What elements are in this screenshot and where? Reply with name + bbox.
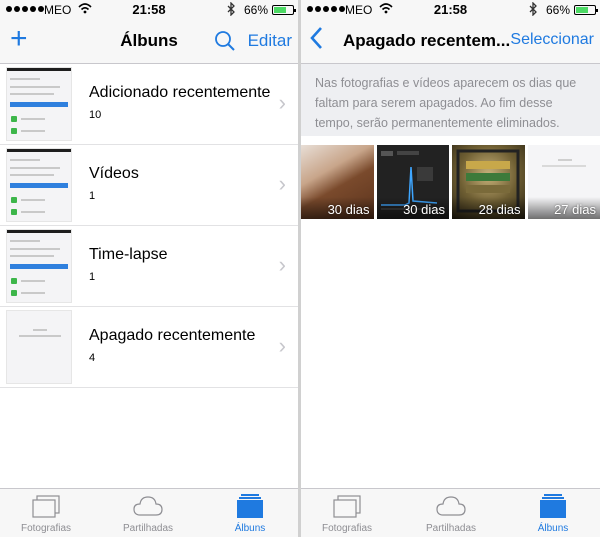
battery-icon [272, 5, 296, 15]
bluetooth-icon [529, 1, 538, 19]
info-message: Nas fotografias e vídeos aparecem os dia… [301, 64, 600, 136]
battery-percent: 66% [545, 3, 570, 17]
battery-icon [574, 5, 598, 15]
album-count: 1 [89, 190, 96, 202]
album-row-recently-added[interactable]: Adicionado recentemente 10 › [0, 64, 298, 145]
days-remaining: 30 dias [403, 202, 445, 217]
album-thumbnail [6, 67, 72, 141]
photo-thumbnail[interactable]: 28 dias [452, 145, 525, 219]
tab-label: Partilhadas [122, 523, 174, 534]
albums-screen: MEO 21:58 66% + Álbuns Editar Adicionado… [0, 0, 298, 537]
album-row-recently-deleted[interactable]: Apagado recentemente 4 › [0, 307, 298, 388]
tab-label: Álbuns [234, 523, 266, 534]
battery-percent: 66% [243, 3, 268, 17]
album-thumbnail [6, 148, 72, 222]
edit-button[interactable]: Editar [248, 31, 292, 51]
cloud-icon [133, 496, 163, 516]
photos-icon [32, 495, 60, 518]
days-remaining: 30 dias [327, 202, 370, 217]
album-row-time-lapse[interactable]: Time-lapse 1 › [0, 226, 298, 307]
days-remaining: 28 dias [478, 202, 521, 217]
status-bar: MEO 21:58 66% [301, 0, 600, 20]
albums-icon [237, 494, 263, 518]
search-icon[interactable] [214, 30, 236, 52]
navigation-bar: + Álbuns Editar [0, 20, 298, 64]
album-name: Time-lapse [89, 246, 168, 263]
chevron-left-icon[interactable] [309, 26, 323, 54]
photo-thumbnail[interactable]: 30 dias [301, 145, 374, 219]
album-name: Vídeos [89, 165, 139, 182]
navigation-bar: Apagado recentem... Seleccionar [301, 20, 600, 64]
photo-thumbnail[interactable]: 27 dias [527, 145, 600, 219]
select-button[interactable]: Seleccionar [510, 31, 594, 49]
album-count: 1 [89, 271, 96, 283]
tab-photos[interactable]: Fotografias [307, 493, 387, 534]
photo-grid: 30 dias 30 dias 28 dias 27 dias [301, 145, 600, 219]
album-count: 4 [89, 352, 96, 364]
tab-label: Álbuns [537, 523, 569, 534]
chevron-right-icon: › [278, 171, 286, 196]
cloud-icon [436, 496, 466, 516]
tab-label: Partilhadas [425, 523, 477, 534]
tab-photos[interactable]: Fotografias [6, 493, 86, 534]
album-list: Adicionado recentemente 10 › Vídeos 1 › [0, 64, 298, 388]
tab-albums[interactable]: Álbuns [210, 493, 290, 534]
bluetooth-icon [227, 1, 236, 19]
album-name: Apagado recentemente [89, 327, 256, 344]
chevron-right-icon: › [278, 333, 286, 358]
tab-label: Fotografias [321, 523, 373, 534]
album-thumbnail [6, 310, 72, 384]
tab-shared[interactable]: Partilhadas [411, 493, 491, 534]
recently-deleted-screen: MEO 21:58 66% Apagado recentem... Selecc… [301, 0, 600, 537]
album-count: 10 [89, 109, 102, 121]
tab-bar: Fotografias Partilhadas Álbuns [0, 488, 298, 537]
page-title: Apagado recentem... [343, 31, 511, 50]
tab-shared[interactable]: Partilhadas [108, 493, 188, 534]
days-remaining: 27 dias [554, 202, 596, 217]
battery-fill [274, 7, 286, 13]
photos-icon [333, 495, 361, 518]
battery-fill [576, 7, 588, 13]
albums-icon [540, 494, 566, 518]
chevron-right-icon: › [278, 252, 286, 277]
chevron-right-icon: › [278, 90, 286, 115]
album-thumbnail [6, 229, 72, 303]
album-row-videos[interactable]: Vídeos 1 › [0, 145, 298, 226]
tab-bar: Fotografias Partilhadas Álbuns [301, 488, 600, 537]
tab-label: Fotografias [20, 523, 72, 534]
status-bar: MEO 21:58 66% [0, 0, 298, 20]
album-name: Adicionado recentemente [89, 84, 271, 101]
tab-albums[interactable]: Álbuns [513, 493, 593, 534]
photo-thumbnail[interactable]: 30 dias [376, 145, 449, 219]
